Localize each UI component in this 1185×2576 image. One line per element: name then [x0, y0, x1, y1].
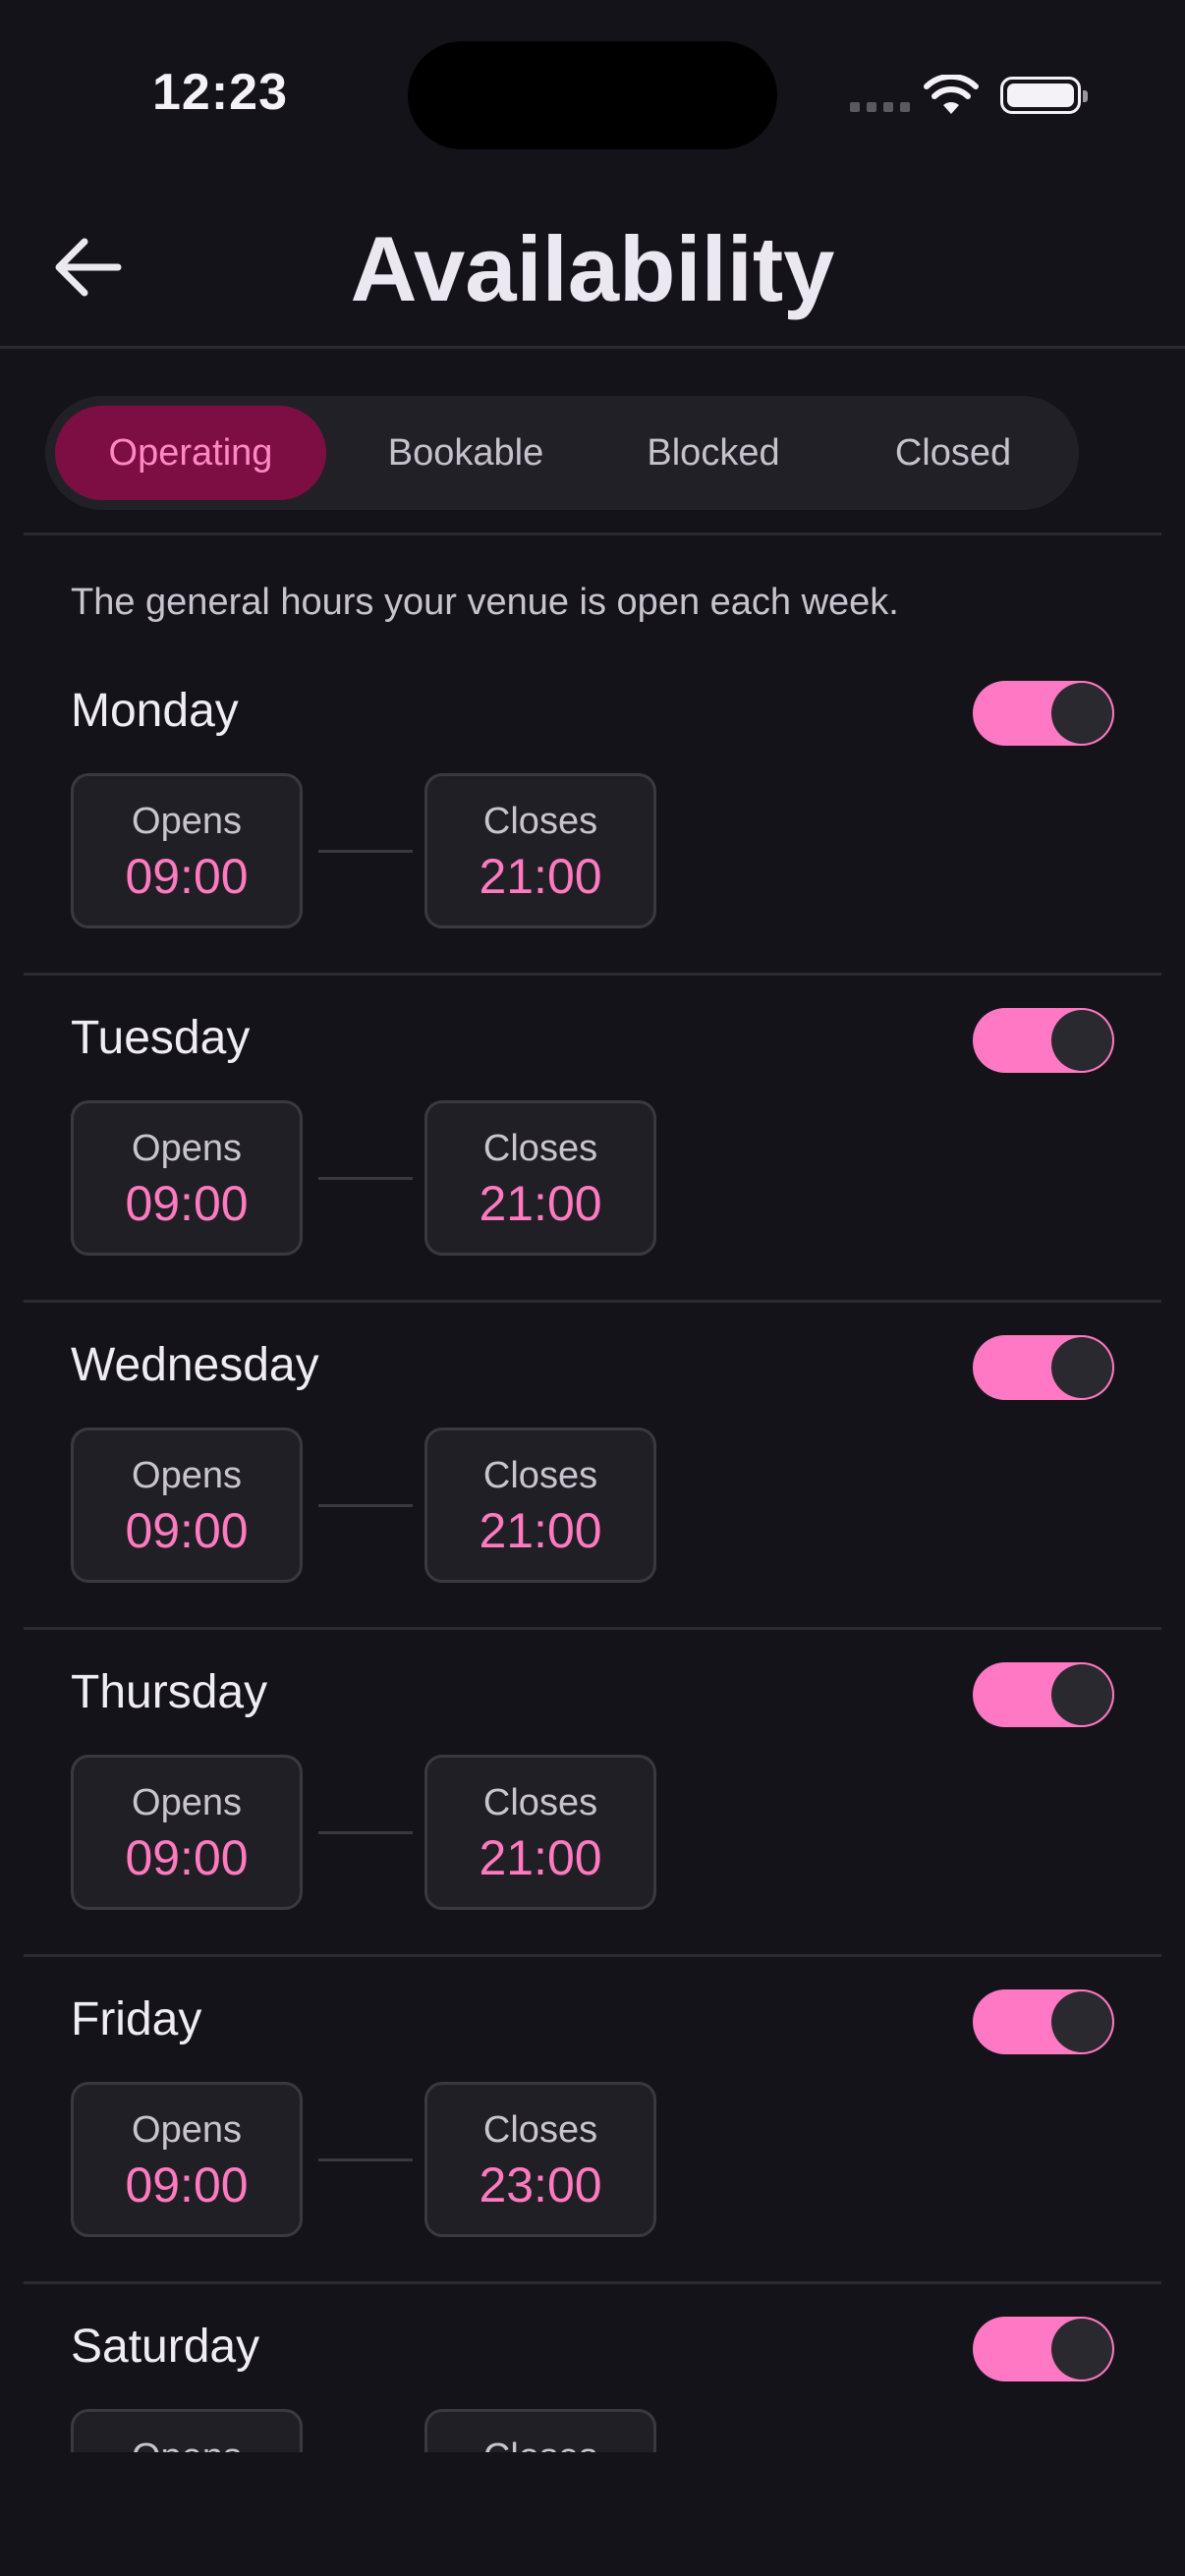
opens-time-picker[interactable]: Opens 09:00: [71, 1755, 303, 1910]
closes-value: 21:00: [479, 1830, 602, 1885]
day-name: Saturday: [71, 2321, 260, 2373]
opens-time-picker[interactable]: Opens 09:00: [71, 1428, 303, 1583]
time-range-connector: [318, 850, 413, 853]
day-name: Wednesday: [71, 1339, 319, 1391]
day-row-thursday: Thursday Opens 09:00 Closes 21:00: [0, 1630, 1185, 1957]
opens-value: 09:00: [125, 1503, 249, 1558]
closes-value: 21:00: [479, 1176, 602, 1231]
opens-label: Opens: [132, 1455, 242, 1496]
closes-time-picker[interactable]: Closes: [424, 2409, 656, 2452]
day-row-monday: Monday Opens 09:00 Closes 21:00: [0, 648, 1185, 976]
opens-time-picker[interactable]: Opens: [71, 2409, 303, 2452]
opens-value: 09:00: [125, 849, 249, 904]
day-toggle[interactable]: [973, 2317, 1114, 2381]
closes-value: 21:00: [479, 849, 602, 904]
segmented-tabs: Operating Bookable Blocked Closed: [45, 396, 1079, 510]
time-range-connector: [318, 2158, 413, 2161]
status-time: 12:23: [152, 64, 288, 121]
day-row-tuesday: Tuesday Opens 09:00 Closes 21:00: [0, 976, 1185, 1303]
page-title: Availability: [350, 217, 835, 320]
day-name: Monday: [71, 685, 239, 737]
day-name: Friday: [71, 1993, 202, 2045]
toggle-knob: [1051, 1010, 1112, 1071]
day-name: Tuesday: [71, 1012, 251, 1064]
status-bar: 12:23: [0, 0, 1185, 187]
opens-time-picker[interactable]: Opens 09:00: [71, 1100, 303, 1256]
day-row-saturday: Saturday Opens Closes: [0, 2284, 1185, 2452]
closes-time-picker[interactable]: Closes 21:00: [424, 773, 656, 928]
closes-label: Closes: [482, 1782, 598, 1823]
time-range-connector: [318, 1177, 413, 1180]
closes-label: Closes: [482, 2109, 598, 2151]
tab-closed[interactable]: Closed: [835, 406, 1071, 500]
time-range-connector: [318, 1504, 413, 1507]
closes-label: Closes: [482, 1455, 598, 1496]
day-name: Thursday: [71, 1666, 268, 1718]
closes-value: 23:00: [479, 2157, 602, 2212]
opens-value: 09:00: [125, 1830, 249, 1885]
day-toggle[interactable]: [973, 1989, 1114, 2054]
opens-label: Opens: [132, 1782, 242, 1823]
tab-bookable[interactable]: Bookable: [340, 406, 592, 500]
day-toggle[interactable]: [973, 681, 1114, 746]
weekly-hours-list: Monday Opens 09:00 Closes 21:00 Tuesday …: [0, 648, 1185, 2452]
closes-time-picker[interactable]: Closes 23:00: [424, 2082, 656, 2237]
section-description: The general hours your venue is open eac…: [71, 582, 899, 623]
closes-label: Closes: [482, 801, 598, 842]
toggle-knob: [1051, 1991, 1112, 2052]
tab-blocked[interactable]: Blocked: [595, 406, 831, 500]
time-range-connector: [318, 1831, 413, 1834]
opens-time-picker[interactable]: Opens 09:00: [71, 2082, 303, 2237]
closes-value: 21:00: [479, 1503, 602, 1558]
day-toggle[interactable]: [973, 1662, 1114, 1727]
opens-label: Opens: [74, 2436, 300, 2452]
day-row-friday: Friday Opens 09:00 Closes 23:00: [0, 1957, 1185, 2284]
toggle-knob: [1051, 1664, 1112, 1725]
closes-time-picker[interactable]: Closes 21:00: [424, 1100, 656, 1256]
day-row-wednesday: Wednesday Opens 09:00 Closes 21:00: [0, 1303, 1185, 1630]
opens-label: Opens: [132, 1128, 242, 1169]
opens-label: Opens: [132, 801, 242, 842]
dynamic-island: [408, 41, 777, 149]
day-toggle[interactable]: [973, 1008, 1114, 1073]
opens-value: 09:00: [125, 2157, 249, 2212]
header: Availability: [0, 187, 1185, 349]
closes-time-picker[interactable]: Closes 21:00: [424, 1428, 656, 1583]
day-toggle[interactable]: [973, 1335, 1114, 1400]
opens-time-picker[interactable]: Opens 09:00: [71, 773, 303, 928]
opens-value: 09:00: [125, 1176, 249, 1231]
cellular-signal-icon: [850, 102, 910, 112]
battery-icon: [1000, 77, 1088, 114]
wifi-icon: [924, 75, 979, 114]
tab-operating[interactable]: Operating: [55, 406, 326, 500]
toggle-knob: [1051, 683, 1112, 744]
closes-label: Closes: [427, 2436, 653, 2452]
closes-time-picker[interactable]: Closes 21:00: [424, 1755, 656, 1910]
opens-label: Opens: [132, 2109, 242, 2151]
closes-label: Closes: [482, 1128, 598, 1169]
divider: [24, 532, 1161, 535]
toggle-knob: [1051, 2319, 1112, 2380]
toggle-knob: [1051, 1337, 1112, 1398]
